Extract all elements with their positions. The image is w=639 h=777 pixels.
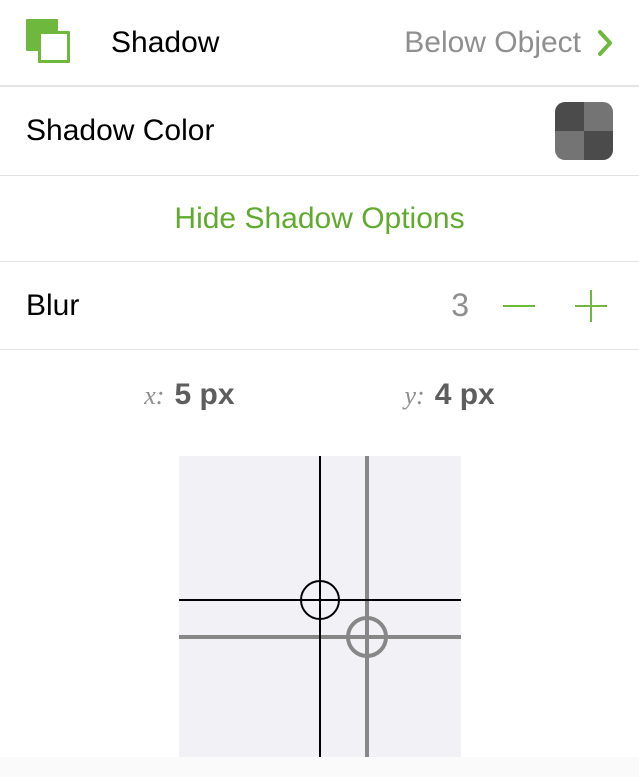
offset-handle-shadow[interactable] (346, 616, 388, 658)
offset-x-value: 5 px (174, 378, 234, 412)
hide-shadow-options-button[interactable]: Hide Shadow Options (0, 176, 639, 262)
offset-x-label: x: (144, 381, 164, 411)
blur-row: Blur 3 (0, 262, 639, 350)
offset-y-value: 4 px (435, 378, 495, 412)
shadow-value: Below Object (404, 26, 581, 60)
shadow-color-row[interactable]: Shadow Color (0, 86, 639, 176)
blur-decrement-button[interactable] (497, 284, 541, 328)
offset-handle-origin[interactable] (300, 580, 340, 620)
offset-secondary-vertical (365, 456, 369, 757)
shadow-row[interactable]: Shadow Below Object (0, 0, 639, 86)
offset-y-item: y: 4 px (405, 378, 495, 412)
hide-options-label: Hide Shadow Options (174, 202, 464, 236)
shadow-color-label: Shadow Color (26, 114, 214, 148)
chevron-right-icon (597, 29, 613, 57)
offset-grid[interactable] (179, 456, 461, 757)
blur-increment-button[interactable] (569, 284, 613, 328)
shadow-icon-container (26, 19, 111, 67)
blur-label: Blur (26, 289, 79, 323)
color-swatch[interactable] (555, 102, 613, 160)
offset-section: x: 5 px y: 4 px (0, 350, 639, 757)
shadow-icon (26, 19, 74, 67)
offset-x-item: x: 5 px (144, 378, 234, 412)
shadow-label: Shadow (111, 26, 219, 60)
offset-y-label: y: (405, 381, 425, 411)
blur-value: 3 (451, 287, 469, 324)
offset-readout-row: x: 5 px y: 4 px (0, 378, 639, 412)
